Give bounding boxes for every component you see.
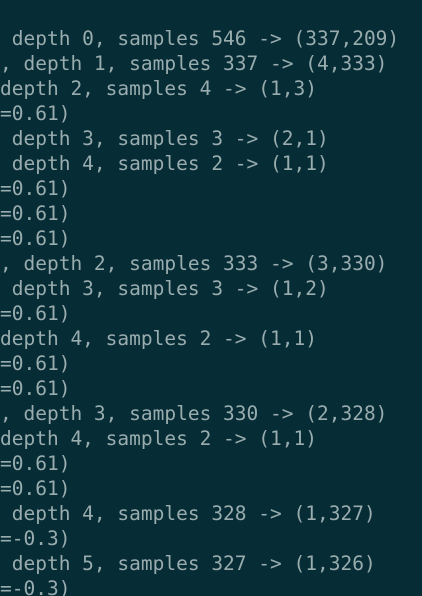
terminal-line: depth 4, samples 328 -> (1,327): [0, 502, 376, 525]
terminal-line: =0.61): [0, 202, 71, 225]
terminal-line: depth 3, samples 3 -> (2,1): [0, 127, 329, 150]
terminal-line: , depth 3, samples 330 -> (2,328): [0, 402, 388, 425]
terminal-line: , depth 2, samples 333 -> (3,330): [0, 252, 388, 275]
terminal-output: depth 0, samples 546 -> (337,209) , dept…: [0, 0, 399, 596]
terminal-line: depth 5, samples 327 -> (1,326): [0, 552, 376, 575]
terminal-line: =0.61): [0, 377, 71, 400]
terminal-line: =0.61): [0, 302, 71, 325]
terminal-line: =0.61): [0, 452, 71, 475]
terminal-line: depth 2, samples 4 -> (1,3): [0, 77, 317, 100]
terminal-line: =0.61): [0, 477, 71, 500]
terminal-line: depth 4, samples 2 -> (1,1): [0, 152, 329, 175]
terminal-line: depth 4, samples 2 -> (1,1): [0, 327, 317, 350]
terminal-line: , depth 1, samples 337 -> (4,333): [0, 52, 388, 75]
terminal-line: depth 4, samples 2 -> (1,1): [0, 427, 317, 450]
terminal-window[interactable]: depth 0, samples 546 -> (337,209) , dept…: [0, 0, 422, 596]
terminal-line: =0.61): [0, 177, 71, 200]
terminal-line: =-0.3): [0, 577, 71, 596]
terminal-line: =0.61): [0, 352, 71, 375]
terminal-line: =0.61): [0, 102, 71, 125]
terminal-line: =0.61): [0, 227, 71, 250]
terminal-line: depth 0, samples 546 -> (337,209): [0, 27, 400, 50]
terminal-line: depth 3, samples 3 -> (1,2): [0, 277, 329, 300]
terminal-line: =-0.3): [0, 527, 71, 550]
